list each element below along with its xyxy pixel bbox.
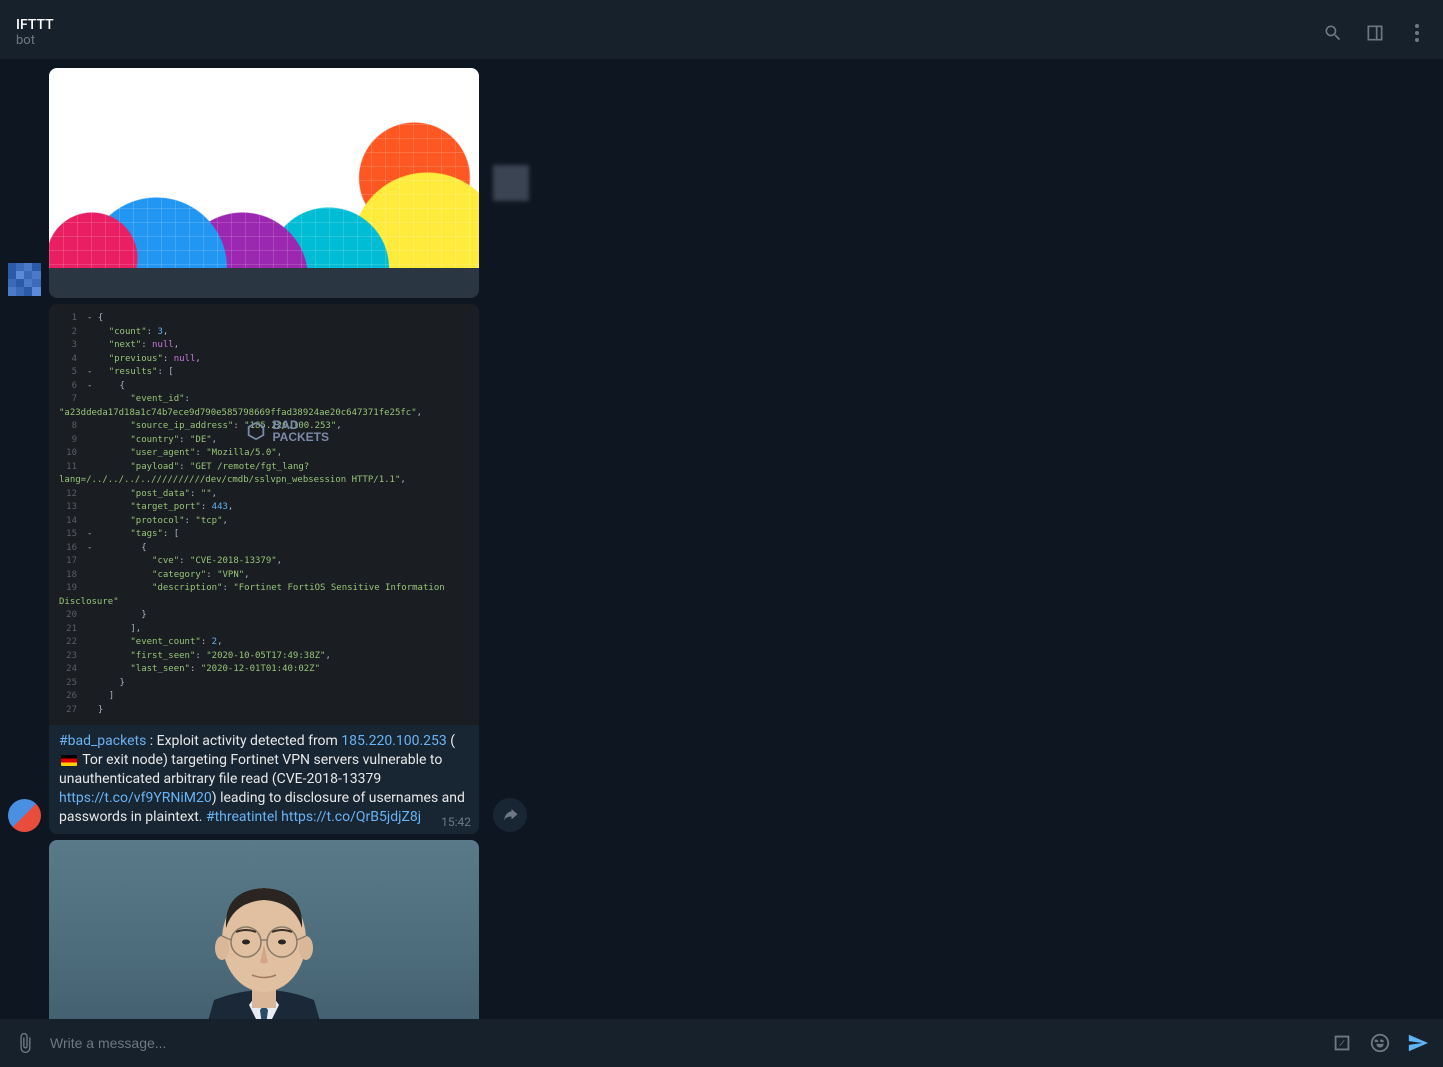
message-bubble[interactable] bbox=[49, 68, 479, 298]
avatar[interactable] bbox=[8, 799, 41, 832]
message-input[interactable] bbox=[50, 1035, 1317, 1051]
message-time: 15:42 bbox=[441, 814, 471, 830]
avatar[interactable] bbox=[8, 263, 41, 296]
forward-icon bbox=[501, 806, 519, 824]
chat-subtitle: bot bbox=[16, 33, 54, 48]
message-row bbox=[8, 68, 568, 298]
message-text: #bad_packets : Exploit activity detected… bbox=[49, 725, 479, 834]
message-bubble[interactable]: 1- { 2 "count": 3, 3 "next": null, 4 "pr… bbox=[49, 304, 479, 834]
message-link[interactable]: https://t.co/vf9YRNiM20 bbox=[59, 790, 212, 806]
send-icon[interactable] bbox=[1407, 1032, 1429, 1054]
message-image-portrait[interactable] bbox=[49, 840, 479, 1019]
more-options-icon[interactable] bbox=[1407, 23, 1427, 43]
sidebar-toggle-icon[interactable] bbox=[1365, 23, 1385, 43]
command-icon[interactable] bbox=[1331, 1032, 1353, 1054]
badpackets-logo: BADPACKETS bbox=[245, 419, 329, 443]
emoji-icon[interactable] bbox=[1369, 1032, 1391, 1054]
portrait-illustration bbox=[164, 840, 364, 1019]
message-composer bbox=[0, 1019, 1443, 1067]
message-image-code[interactable]: 1- { 2 "count": 3, 3 "next": null, 4 "pr… bbox=[49, 304, 479, 725]
messages-list: 1- { 2 "count": 3, 3 "next": null, 4 "pr… bbox=[0, 60, 1443, 1019]
ip-link[interactable]: 185.220.100.253 bbox=[341, 733, 447, 749]
chat-title[interactable]: IFTTT bbox=[16, 17, 54, 33]
cube-icon bbox=[245, 420, 267, 442]
message-image-pixelated[interactable] bbox=[49, 68, 479, 268]
hashtag-link[interactable]: #threatintel bbox=[206, 809, 278, 825]
message-row: 1- { 2 "count": 3, 3 "next": null, 4 "pr… bbox=[8, 304, 568, 834]
hashtag-link[interactable]: #bad_packets bbox=[59, 733, 146, 749]
chat-header: IFTTT bot bbox=[0, 6, 1443, 60]
search-icon[interactable] bbox=[1323, 23, 1343, 43]
message-link[interactable]: https://t.co/QrB5jdjZ8j bbox=[281, 809, 421, 825]
attach-icon[interactable] bbox=[14, 1032, 36, 1054]
message-bubble[interactable]: @wangxing_mt : 中国宅基地占地面积非常之大，达到17万平方公里。-… bbox=[49, 840, 479, 1019]
blurred-thumb bbox=[493, 165, 529, 201]
message-row: @wangxing_mt : 中国宅基地占地面积非常之大，达到17万平方公里。-… bbox=[8, 840, 568, 1019]
forward-button[interactable] bbox=[493, 798, 527, 832]
message-caption-blurred bbox=[49, 268, 479, 298]
flag-de-icon bbox=[61, 755, 77, 766]
